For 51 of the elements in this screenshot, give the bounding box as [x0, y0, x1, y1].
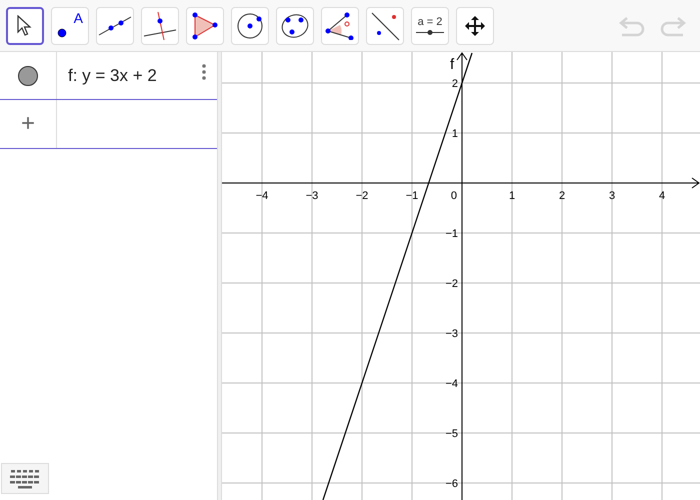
- y-tick-label: −1: [445, 228, 458, 240]
- point-icon: [57, 28, 67, 38]
- visibility-toggle[interactable]: [18, 66, 38, 86]
- slider-track-icon: [416, 30, 444, 34]
- y-tick-label: −4: [445, 378, 458, 390]
- conic-tool-button[interactable]: [276, 6, 314, 44]
- perpendicular-line-icon: [143, 10, 177, 40]
- keyboard-icon: [9, 468, 41, 488]
- x-tick-label: 4: [658, 190, 666, 202]
- cursor-arrow-icon: [17, 14, 33, 36]
- reflect-about-line-icon: [370, 10, 400, 40]
- perpendicular-tool-button[interactable]: [141, 6, 179, 44]
- x-tick-label: −3: [306, 190, 318, 202]
- pan-tool-button[interactable]: [456, 6, 494, 44]
- line-tool-button[interactable]: [96, 6, 134, 44]
- algebra-row[interactable]: f: y = 3x + 2: [0, 52, 217, 100]
- circle-with-center-icon: [236, 12, 264, 40]
- y-tick-label: 2: [452, 78, 458, 90]
- y-tick-label: 1: [452, 128, 458, 140]
- move-tool-button[interactable]: [6, 6, 44, 44]
- polygon-tool-button[interactable]: [186, 6, 224, 44]
- line-through-points-icon: [98, 14, 132, 36]
- y-tick-label: −3: [445, 328, 458, 340]
- ellipse-through-points-icon: [280, 12, 310, 40]
- x-tick-label: 2: [558, 190, 566, 202]
- x-tick-label: −2: [356, 190, 368, 202]
- four-way-arrows-icon: [464, 14, 486, 36]
- more-menu-icon[interactable]: [202, 64, 206, 80]
- y-tick-label: −6: [445, 478, 458, 490]
- point-label: A: [74, 10, 83, 24]
- reflect-tool-button[interactable]: [366, 6, 404, 44]
- redo-icon: [659, 14, 687, 36]
- undo-icon: [618, 14, 646, 36]
- triangle-icon: [192, 12, 218, 40]
- function-name-label: f: [450, 56, 454, 73]
- circle-tool-button[interactable]: [231, 6, 269, 44]
- y-tick-label: −5: [445, 428, 458, 440]
- y-tick-label: −2: [445, 278, 458, 290]
- angle-icon: [325, 12, 355, 40]
- x-tick-label: 3: [608, 190, 616, 202]
- point-tool-button[interactable]: A: [51, 6, 89, 44]
- equation-text: f: y = 3x + 2: [68, 64, 157, 87]
- slider-tool-button[interactable]: a = 2: [411, 6, 449, 44]
- x-tick-label: 1: [508, 190, 516, 202]
- x-tick-label: −4: [256, 190, 268, 202]
- origin-label: 0: [450, 190, 457, 202]
- slider-value-label: a = 2: [418, 16, 442, 28]
- angle-tool-button[interactable]: [321, 6, 359, 44]
- add-input-sign: +: [20, 112, 35, 136]
- x-tick-label: −1: [406, 190, 418, 202]
- keyboard-button[interactable]: [1, 463, 49, 494]
